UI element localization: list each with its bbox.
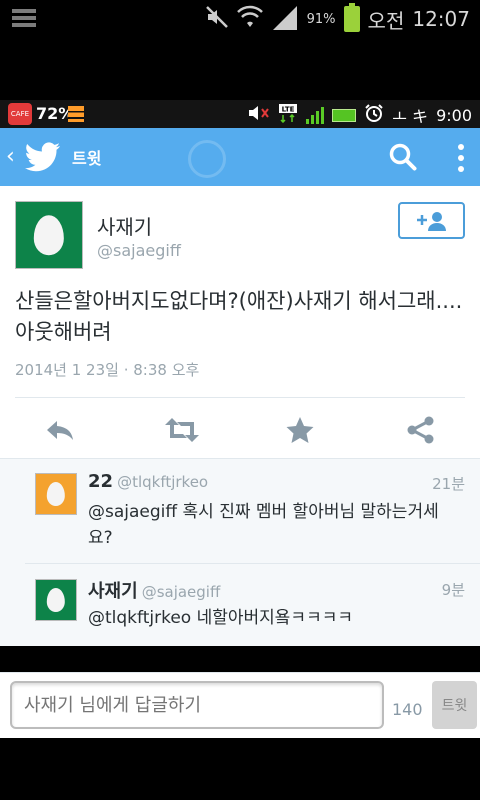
app-bar: ‹ 트윗 <box>0 128 480 186</box>
char-count: 140 <box>392 700 423 719</box>
stack-icon <box>68 106 84 122</box>
page-title: 트윗 <box>72 149 102 168</box>
volume-mute-icon <box>248 104 270 126</box>
wifi-icon <box>236 5 263 34</box>
cafe-app-icon: CAFE <box>8 103 32 125</box>
reply-author-name: 22 <box>88 471 114 492</box>
add-user-icon <box>416 211 446 231</box>
tweet-timestamp: 2014년 1 23일 · 8:38 오후 <box>15 361 200 379</box>
reply-author-handle: @sajaegiff <box>141 583 221 601</box>
watermark-logo <box>188 140 226 178</box>
battery-icon <box>343 3 360 32</box>
letterbox-bottom <box>0 738 480 800</box>
mute-icon <box>205 5 229 34</box>
compose-bar: 140 트윗 <box>0 672 480 738</box>
device-clock: 12:07 <box>412 7 470 31</box>
tweet-text: 산들은할아버지도없다며?(애잔)사재기 해서그래....아웃해버려 <box>15 289 463 344</box>
alarm-icon <box>364 103 384 127</box>
reply-author-name: 사재기 <box>88 581 138 602</box>
device-battery-percent: 91% <box>306 11 336 27</box>
tweet-send-button[interactable]: 트윗 <box>432 681 477 729</box>
reply-author[interactable]: 사재기 @sajaegiff <box>88 577 220 603</box>
letterbox-gap <box>0 38 480 100</box>
notification-menu-icon <box>12 9 36 29</box>
replies-list: 22 @tlqkftjrkeo 21분 @sajaegiff 혹시 진짜 멤버 할… <box>0 458 480 646</box>
divider <box>25 563 480 564</box>
share-icon[interactable] <box>405 414 437 446</box>
tweet-detail: 사재기 @sajaegiff 산들은할아버지도없다며?(애잔)사재기 해서그래.… <box>0 186 480 646</box>
signal-icon <box>271 4 299 35</box>
follow-button[interactable] <box>398 202 465 239</box>
tweet-actions <box>0 398 480 460</box>
lte-icon: LTE <box>278 103 298 127</box>
egg-icon <box>46 588 66 612</box>
twitter-bird-icon[interactable] <box>25 142 61 172</box>
reply-icon[interactable] <box>44 414 76 446</box>
app-clock: 9:00 <box>436 105 472 125</box>
reply-avatar[interactable] <box>35 579 77 621</box>
reply-avatar[interactable] <box>35 473 77 515</box>
app-battery-icon <box>332 108 357 122</box>
search-icon[interactable] <box>388 142 418 172</box>
reply-text: @sajaegiff 혹시 진짜 멤버 할아버님 말하는거세요? <box>88 502 439 548</box>
egg-icon <box>33 215 65 255</box>
back-button[interactable]: ‹ <box>6 144 15 169</box>
app-signal-icon <box>306 106 325 124</box>
reply-time: 9분 <box>441 581 465 599</box>
reply-author[interactable]: 22 @tlqkftjrkeo <box>88 471 208 492</box>
author-handle[interactable]: @sajaegiff <box>97 241 181 260</box>
retweet-icon[interactable] <box>164 414 199 446</box>
author-avatar[interactable] <box>15 201 83 269</box>
reply-time: 21분 <box>432 475 465 493</box>
egg-icon <box>46 482 66 506</box>
reply-author-handle: @tlqkftjrkeo <box>117 473 209 491</box>
reply-text: @tlqkftjrkeo 네할아버지욬ㅋㅋㅋㅋ <box>88 608 353 628</box>
svg-text:LTE: LTE <box>282 106 295 114</box>
reply-input[interactable] <box>10 681 384 729</box>
app-status-bar: CAFE 72% LTE ㅗ キ 9:00 <box>0 100 480 128</box>
author-name[interactable]: 사재기 <box>97 211 152 240</box>
device-status-bar: 91% 오전 12:07 <box>0 0 480 38</box>
app-status-indicator: ㅗ キ <box>392 107 429 126</box>
favorite-star-icon[interactable] <box>284 414 316 446</box>
device-period: 오전 <box>367 8 405 33</box>
overflow-menu-icon[interactable] <box>458 144 464 172</box>
